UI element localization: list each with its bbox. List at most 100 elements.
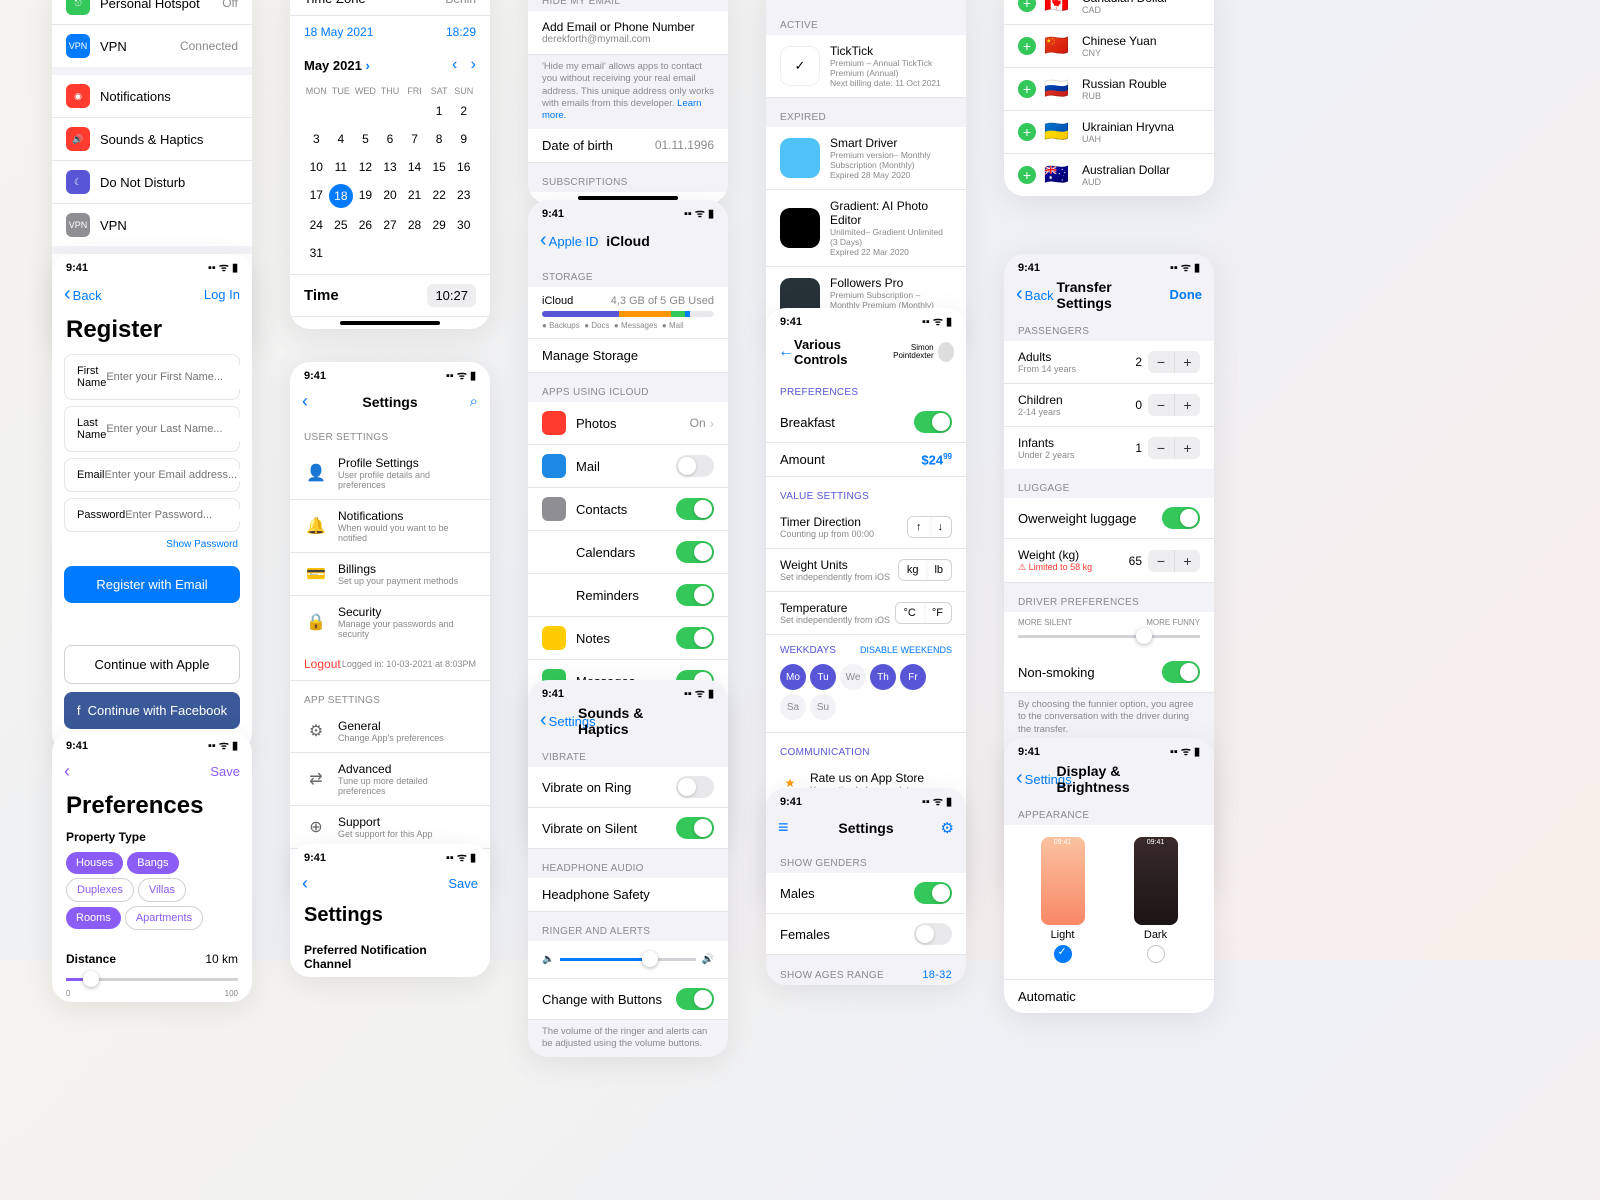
driver-slider[interactable] (1018, 635, 1200, 638)
done-button[interactable]: Done (1170, 287, 1203, 302)
cal-day[interactable]: 4 (329, 128, 354, 150)
cal-day[interactable]: 15 (427, 156, 452, 178)
input-field[interactable]: Password (64, 498, 240, 532)
weekday-toggle[interactable]: Fr (900, 664, 926, 690)
settings-row[interactable]: VPNVPN (52, 204, 252, 246)
expired-sub-row[interactable]: Smart DriverPremium version– Monthly Sub… (766, 127, 966, 190)
cal-day[interactable]: 7 (402, 128, 427, 150)
time-display[interactable]: 18:29 (446, 25, 476, 39)
settings-item[interactable]: ⊕SupportGet support for this App (290, 806, 490, 849)
back-button[interactable]: Apple ID (540, 229, 599, 252)
cal-day[interactable]: 21 (402, 184, 427, 208)
cal-day[interactable]: 13 (378, 156, 403, 178)
kg-plus[interactable]: + (1174, 550, 1200, 572)
property-pill[interactable]: Apartments (125, 906, 203, 930)
cal-day[interactable]: 3 (304, 128, 329, 150)
cal-day[interactable]: 22 (427, 184, 452, 208)
cal-day[interactable]: 30 (451, 214, 476, 236)
app-toggle[interactable] (676, 455, 714, 477)
overweight-toggle[interactable] (1162, 507, 1200, 529)
back-button[interactable]: Back (64, 283, 102, 306)
cal-day[interactable]: 14 (402, 156, 427, 178)
vibrate-silent-toggle[interactable] (676, 817, 714, 839)
input-field[interactable]: Last Name (64, 406, 240, 452)
weekday-toggle[interactable]: Su (810, 694, 836, 720)
pax-minus[interactable]: − (1148, 437, 1174, 459)
cal-day[interactable]: 12 (353, 156, 378, 178)
pax-plus[interactable]: + (1174, 437, 1200, 459)
app-toggle[interactable] (676, 584, 714, 606)
amount-value[interactable]: $2499 (921, 452, 952, 467)
property-pill[interactable]: Villas (138, 878, 186, 902)
pax-minus[interactable]: − (1148, 351, 1174, 373)
cal-day[interactable]: 11 (329, 156, 354, 178)
logout-row[interactable]: LogoutLogged in: 10-03-2021 at 8:03PM (290, 648, 490, 681)
cal-day[interactable]: 24 (304, 214, 329, 236)
time-picker[interactable]: 10:27 (427, 284, 476, 307)
cal-nav[interactable]: ‹ › (452, 56, 476, 74)
cal-day[interactable]: 26 (353, 214, 378, 236)
cal-day[interactable]: 27 (378, 214, 403, 236)
light-option[interactable]: 09:41 Light (1041, 837, 1085, 967)
cal-day[interactable]: 19 (353, 184, 378, 208)
save-button[interactable]: Save (210, 764, 240, 779)
timer-direction-segment[interactable]: ↑↓ (907, 516, 952, 538)
weight-units-segment[interactable]: kglb (898, 559, 952, 581)
back-button[interactable]: ‹ (64, 761, 70, 782)
settings-item[interactable]: 🔒SecurityManage your passwords and secur… (290, 596, 490, 648)
currency-row[interactable]: +🇷🇺Russian RoubleRUB (1004, 68, 1214, 111)
dark-option[interactable]: 09:41 Dark (1134, 837, 1178, 967)
input-field[interactable]: Email (64, 458, 240, 492)
weekday-toggle[interactable]: Sa (780, 694, 806, 720)
active-sub-row[interactable]: ✓ TickTickPremium – Annual TickTick Prem… (766, 35, 966, 98)
date-display[interactable]: 18 May 2021 (304, 25, 446, 39)
input-field[interactable]: First Name (64, 354, 240, 400)
add-icon[interactable]: + (1018, 80, 1036, 98)
headphone-safety-row[interactable]: Headphone Safety (528, 878, 728, 912)
settings-item[interactable]: ⚙GeneralChange App's preferences (290, 710, 490, 753)
app-toggle[interactable] (676, 498, 714, 520)
property-pill[interactable]: Rooms (66, 907, 121, 929)
weekday-toggle[interactable]: Tu (810, 664, 836, 690)
settings-item[interactable]: 👤Profile SettingsUser profile details an… (290, 447, 490, 500)
cal-day[interactable]: 1 (427, 100, 452, 122)
cal-day[interactable]: 10 (304, 156, 329, 178)
females-toggle[interactable] (914, 923, 952, 945)
cal-day[interactable]: 9 (451, 128, 476, 150)
weekday-toggle[interactable]: Th (870, 664, 896, 690)
add-icon[interactable]: + (1018, 123, 1036, 141)
settings-row[interactable]: ◉Notifications (52, 75, 252, 118)
back-button[interactable]: ‹ (302, 873, 308, 894)
currency-row[interactable]: +🇨🇦Canadian DollarCAD (1004, 0, 1214, 25)
back-button[interactable]: Back (1016, 283, 1054, 306)
add-email-row[interactable]: Add Email or Phone Number derekforth@mym… (528, 11, 728, 55)
cal-day[interactable]: 18 (329, 184, 353, 208)
settings-item[interactable]: ⇄AdvancedTune up more detailed preferenc… (290, 753, 490, 806)
login-link[interactable]: Log In (204, 287, 240, 302)
show-password-link[interactable]: Show Password (166, 539, 238, 550)
gear-icon[interactable]: ⚙ (941, 819, 954, 837)
weekday-toggle[interactable]: We (840, 664, 866, 690)
property-pill[interactable]: Houses (66, 852, 123, 874)
cal-day[interactable]: 20 (378, 184, 403, 208)
nonsmoking-toggle[interactable] (1162, 661, 1200, 683)
cal-day[interactable]: 16 (451, 156, 476, 178)
settings-row[interactable]: ⎋Personal HotspotOff (52, 0, 252, 25)
breakfast-toggle[interactable] (914, 411, 952, 433)
cal-day[interactable]: 17 (304, 184, 329, 208)
pax-plus[interactable]: + (1174, 351, 1200, 373)
property-pill[interactable]: Bangs (127, 852, 178, 874)
save-button[interactable]: Save (448, 876, 478, 891)
cal-day[interactable]: 5 (353, 128, 378, 150)
icloud-app-row[interactable]: PhotosOn› (528, 402, 728, 445)
cal-day[interactable]: 29 (427, 214, 452, 236)
currency-row[interactable]: +🇨🇳Chinese YuanCNY (1004, 25, 1214, 68)
app-toggle[interactable] (676, 541, 714, 563)
weekday-toggle[interactable]: Mo (780, 664, 806, 690)
settings-item[interactable]: 🔔NotificationsWhen would you want to be … (290, 500, 490, 553)
temp-units-segment[interactable]: °C°F (895, 602, 952, 624)
register-email-button[interactable]: Register with Email (64, 566, 240, 603)
cal-day[interactable]: 25 (329, 214, 354, 236)
settings-row[interactable]: ☾Do Not Disturb (52, 161, 252, 204)
settings-item[interactable]: 💳BillingsSet up your payment methods (290, 553, 490, 596)
